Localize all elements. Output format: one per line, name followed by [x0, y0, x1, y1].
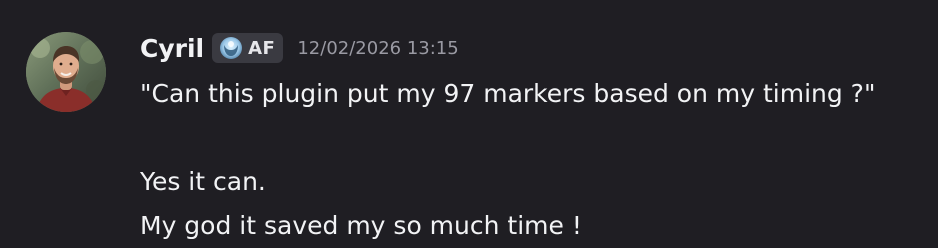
chat-message: Cyril AF 12/02/2026 13:15 "Can this plug… [0, 0, 938, 246]
message-line: Yes it can. [140, 167, 266, 196]
guild-tag-text: AF [248, 37, 276, 59]
guild-tag-icon [218, 35, 244, 61]
timestamp[interactable]: 12/02/2026 13:15 [297, 38, 458, 59]
message-header: Cyril AF 12/02/2026 13:15 [140, 28, 930, 68]
message-line: "Can this plugin put my 97 markers based… [140, 79, 876, 108]
message-line-blank [140, 116, 930, 160]
avatar[interactable] [26, 32, 106, 112]
guild-tag-badge[interactable]: AF [212, 33, 284, 63]
message-body: "Can this plugin put my 97 markers based… [140, 72, 930, 248]
avatar-photo [26, 32, 106, 112]
message-content: Cyril AF 12/02/2026 13:15 "Can this plug… [140, 28, 930, 248]
username[interactable]: Cyril [140, 34, 204, 63]
message-line: My god it saved my so much time ! [140, 211, 582, 240]
